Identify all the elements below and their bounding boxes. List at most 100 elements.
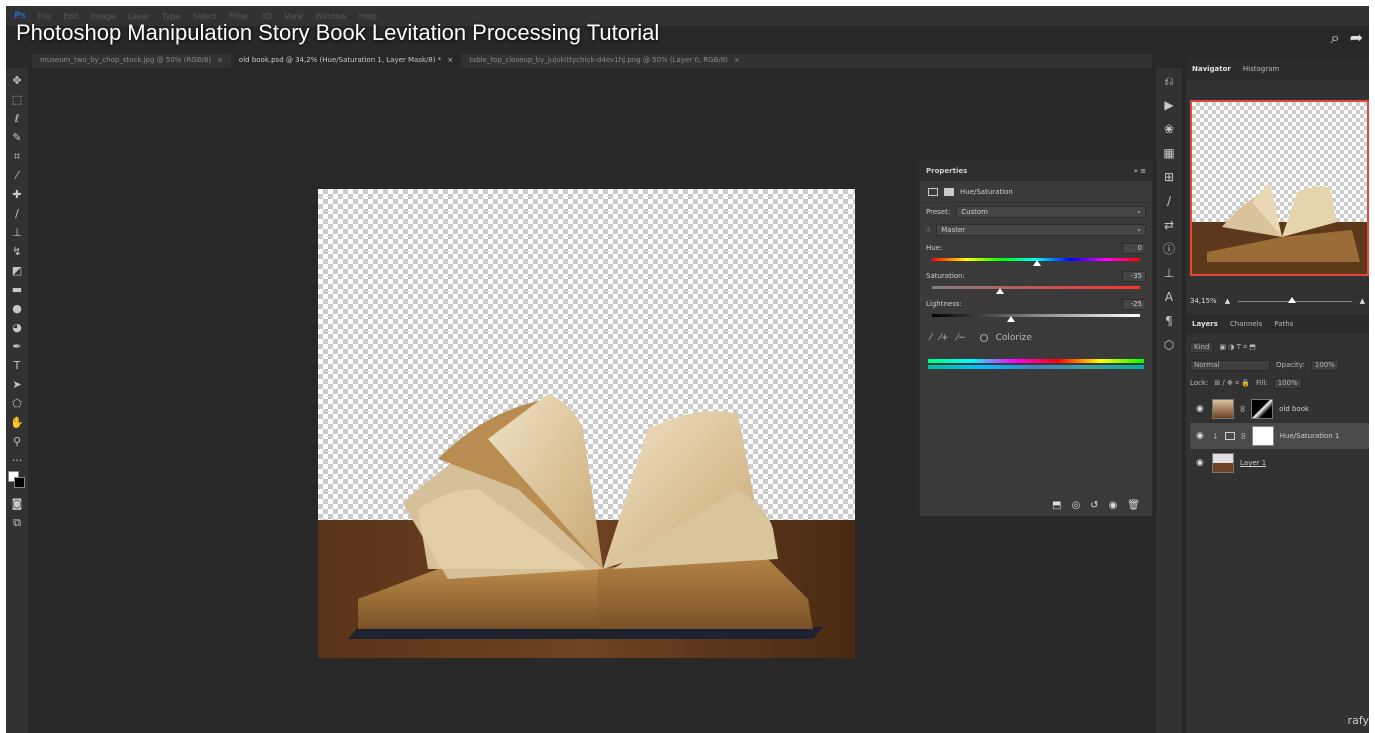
background-color[interactable] [14, 477, 25, 488]
brush-settings-icon[interactable]: ∕ [1160, 192, 1178, 210]
lock-icons[interactable]: ⊞ ∕ ✥ ⌗ 🔒 [1214, 379, 1250, 388]
close-icon[interactable]: × [734, 56, 740, 64]
tab-museum[interactable]: museum_two_by_chop_stock.jpg @ 50% (RGB/… [32, 54, 231, 68]
lock-label: Lock: [1190, 379, 1209, 387]
layer-name: Layer 1 [1240, 459, 1267, 467]
colorize-checkbox[interactable] [979, 334, 988, 342]
eyedropper-plus-icon[interactable]: ⁄+ [940, 333, 949, 343]
trash-icon[interactable]: 🗑 [1127, 500, 1140, 511]
layer-layer-1[interactable]: ◉ Layer 1 [1190, 450, 1369, 476]
opacity-value[interactable]: 100% [1310, 359, 1339, 371]
close-icon[interactable]: × [217, 56, 223, 64]
character-icon[interactable]: A [1160, 288, 1178, 306]
saturation-value[interactable]: -35 [1122, 270, 1146, 282]
blend-mode-dropdown[interactable]: Normal [1190, 359, 1270, 371]
lightness-slider-thumb[interactable] [1006, 316, 1015, 322]
tab-old-book[interactable]: old book.psd @ 34,2% (Hue/Saturation 1, … [230, 54, 462, 68]
lightness-value[interactable]: -25 [1122, 298, 1146, 310]
hue-value[interactable]: 0 [1122, 242, 1146, 254]
zoom-in-icon[interactable]: ▲ [1360, 297, 1365, 305]
tab-layers[interactable]: Layers [1192, 320, 1218, 328]
tab-paths[interactable]: Paths [1274, 320, 1293, 328]
info-icon[interactable]: ⓘ [1160, 240, 1178, 258]
layer-hue-saturation[interactable]: ◉ ↓ 8 Hue/Saturation 1 [1190, 423, 1369, 449]
hand-tool-icon[interactable]: ✋ [8, 414, 26, 431]
lasso-tool-icon[interactable]: ℓ [8, 110, 26, 127]
navigator-thumbnail [1192, 182, 1367, 274]
eye-icon[interactable]: ◉ [1196, 404, 1206, 414]
path-select-icon[interactable]: ➤ [8, 376, 26, 393]
quick-mask-icon[interactable]: ◙ [8, 495, 26, 512]
channel-dropdown[interactable]: Master [936, 224, 1146, 236]
close-icon[interactable]: × [447, 56, 453, 64]
filter-icons[interactable]: ▣ ◑ T ⌗ ⬒ [1219, 343, 1255, 352]
hue-slider-thumb[interactable] [1033, 260, 1041, 266]
layer-old-book[interactable]: ◉ 8 old book [1190, 396, 1369, 422]
gradient-tool-icon[interactable]: ▬ [8, 281, 26, 298]
stamp-tool-icon[interactable]: ⊥ [8, 224, 26, 241]
view-previous-icon[interactable]: ◎ [1071, 500, 1080, 511]
mask-icon[interactable] [944, 187, 954, 196]
layer-mask-thumbnail[interactable] [1251, 426, 1274, 446]
eyedropper-icon[interactable]: ⁄ [930, 333, 932, 343]
crop-tool-icon[interactable]: ⌗ [8, 148, 26, 165]
play-actions-icon[interactable]: ▶ [1160, 96, 1178, 114]
navigator-preview[interactable] [1190, 100, 1369, 276]
type-tool-icon[interactable]: T [8, 357, 26, 374]
screen-mode-icon[interactable]: ⧉ [8, 514, 26, 531]
layer-mask-thumbnail[interactable] [1251, 399, 1274, 419]
eraser-tool-icon[interactable]: ◩ [8, 262, 26, 279]
panel-menu-icon[interactable]: » ≡ [1134, 167, 1146, 175]
tab-navigator[interactable]: Navigator [1192, 65, 1231, 73]
properties-icon[interactable]: ⊞ [1160, 168, 1178, 186]
link-icon[interactable]: 8 [1240, 405, 1245, 414]
3d-icon[interactable]: ❀ [1160, 120, 1178, 138]
kind-filter-dropdown[interactable]: Kind [1190, 341, 1214, 353]
hand-target-icon[interactable]: ☝ [926, 226, 930, 234]
tab-table-top[interactable]: table_top_closeup_by_jujukittychick-d4ev… [461, 54, 748, 68]
zoom-value[interactable]: 34,15% [1190, 297, 1217, 305]
link-icon[interactable]: 8 [1241, 432, 1246, 441]
search-icon[interactable]: ⌕ [1331, 28, 1340, 48]
eyedropper-minus-icon[interactable]: ⁄− [957, 333, 966, 343]
pen-tool-icon[interactable]: ✒ [8, 338, 26, 355]
hue-slider[interactable] [926, 255, 1146, 266]
clip-to-layer-icon[interactable]: ⬒ [1052, 500, 1061, 511]
history-brush-icon[interactable]: ↯ [8, 243, 26, 260]
saturation-slider-thumb[interactable] [996, 288, 1005, 294]
fill-value[interactable]: 100% [1273, 377, 1302, 389]
share-icon[interactable]: ➦ [1350, 28, 1363, 48]
move-tool-icon[interactable]: ✥ [8, 72, 26, 89]
color-swatches[interactable] [8, 471, 26, 493]
paragraph-icon[interactable]: ¶ [1160, 312, 1178, 330]
tab-histogram[interactable]: Histogram [1243, 65, 1279, 73]
eye-icon[interactable]: ◉ [1196, 458, 1206, 468]
preset-dropdown[interactable]: Custom [956, 206, 1146, 218]
document-canvas[interactable] [318, 189, 855, 658]
marquee-tool-icon[interactable]: ⬚ [8, 91, 26, 108]
zoom-slider[interactable] [1238, 296, 1352, 303]
tab-channels[interactable]: Channels [1230, 320, 1262, 328]
lightness-slider[interactable] [926, 311, 1146, 322]
history-icon[interactable]: ⎌ [1160, 72, 1178, 90]
visibility-icon[interactable]: ◉ [1109, 500, 1118, 511]
clone-source-icon[interactable]: ⊥ [1160, 264, 1178, 282]
healing-tool-icon[interactable]: ✚ [8, 186, 26, 203]
cube-icon[interactable]: ⬡ [1160, 336, 1178, 354]
eyedropper-tool-icon[interactable]: ⁄ [8, 167, 26, 184]
right-panels: Navigator Histogram 34,15% ▲ ▲ Layers Ch… [1186, 58, 1369, 733]
dodge-tool-icon[interactable]: ◕ [8, 319, 26, 336]
brush-tool-icon[interactable]: ∕ [8, 205, 26, 222]
blur-tool-icon[interactable]: ● [8, 300, 26, 317]
grid-icon[interactable]: ▦ [1160, 144, 1178, 162]
saturation-slider-block: Saturation: -35 [920, 267, 1152, 295]
zoom-tool-icon[interactable]: ⚲ [8, 433, 26, 450]
reset-icon[interactable]: ↺ [1090, 500, 1098, 511]
shape-tool-icon[interactable]: ⬠ [8, 395, 26, 412]
zoom-out-icon[interactable]: ▲ [1225, 297, 1230, 305]
eye-icon[interactable]: ◉ [1196, 431, 1206, 441]
saturation-slider[interactable] [926, 283, 1146, 294]
more-tools-icon[interactable]: ··· [8, 452, 26, 469]
adjustments-icon[interactable]: ⇄ [1160, 216, 1178, 234]
quick-select-tool-icon[interactable]: ✎ [8, 129, 26, 146]
